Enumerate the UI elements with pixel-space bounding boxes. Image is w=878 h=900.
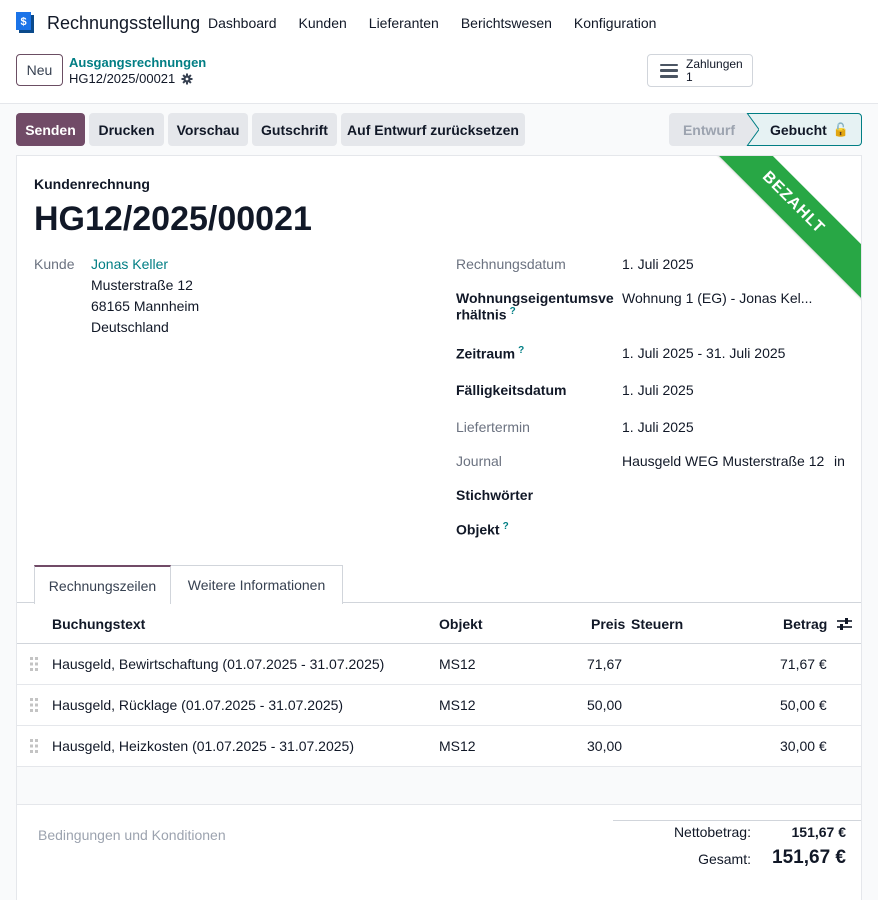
period-label-text: Zeitraum — [456, 345, 516, 362]
col-header-price[interactable]: Preis — [591, 616, 625, 632]
payments-label: Zahlungen — [686, 56, 743, 71]
ownership-label-line1: Wohnungseigentumsve — [456, 290, 614, 306]
credit-note-button[interactable]: Gutschrift — [252, 113, 337, 146]
ownership-field[interactable]: Wohnung 1 (EG) - Jonas Kel... — [622, 290, 812, 306]
line-label: Hausgeld, Rücklage (01.07.2025 - 31.07.2… — [52, 697, 344, 713]
send-button[interactable]: Senden — [16, 113, 85, 146]
invoice-form-sheet: BEZAHLT Kundenrechnung HG12/2025/00021 K… — [16, 155, 862, 900]
main-menu: Dashboard Kunden Lieferanten Berichtswes… — [208, 15, 678, 31]
status-posted-label: Gebucht — [770, 121, 827, 138]
object-label: Objekt? — [456, 521, 509, 538]
line-amount: 50,00 € — [780, 697, 827, 713]
line-object: MS12 — [439, 738, 476, 754]
line-label: Hausgeld, Bewirtschaftung (01.07.2025 - … — [52, 656, 385, 672]
payments-text: Zahlungen 1 — [686, 56, 743, 84]
breadcrumb-current-label: HG12/2025/00021 — [69, 71, 176, 86]
ownership-label-line2: rhältnis — [456, 306, 507, 323]
net-amount-value: 151,67 € — [791, 824, 847, 840]
svg-text:$: $ — [20, 16, 26, 28]
reset-to-draft-button[interactable]: Auf Entwurf zurücksetzen — [341, 113, 525, 146]
total-value: 151,67 € — [772, 847, 846, 868]
preview-button[interactable]: Vorschau — [168, 113, 248, 146]
line-object: MS12 — [439, 656, 476, 672]
tags-label: Stichwörter — [456, 487, 534, 503]
menu-dashboard[interactable]: Dashboard — [208, 15, 277, 31]
top-navbar: $ Rechnungsstellung Dashboard Kunden Lie… — [0, 0, 878, 46]
unlock-icon: 🔓 — [832, 121, 849, 137]
line-object: MS12 — [439, 697, 476, 713]
line-price: 50,00 — [587, 697, 623, 713]
line-price: 30,00 — [587, 738, 623, 754]
journal-label: Journal — [456, 453, 502, 469]
menu-konfiguration[interactable]: Konfiguration — [574, 15, 657, 31]
status-posted[interactable]: Gebucht 🔓 — [747, 113, 862, 146]
status-draft[interactable]: Entwurf — [669, 113, 749, 146]
currency-field[interactable]: EU — [860, 453, 861, 469]
due-date-label: Fälligkeitsdatum — [456, 382, 567, 398]
table-row[interactable]: Hausgeld, Bewirtschaftung (01.07.2025 - … — [17, 644, 861, 685]
menu-kunden[interactable]: Kunden — [299, 15, 347, 31]
object-label-text: Objekt — [456, 521, 500, 538]
customer-label: Kunde — [34, 256, 75, 272]
new-button[interactable]: Neu — [16, 54, 63, 86]
address-line: Deutschland — [91, 319, 169, 335]
table-row[interactable]: Hausgeld, Rücklage (01.07.2025 - 31.07.2… — [17, 685, 861, 726]
col-header-taxes[interactable]: Steuern — [631, 616, 683, 632]
status-arrow — [739, 113, 759, 146]
breadcrumb-parent[interactable]: Ausgangsrechnungen — [69, 55, 206, 70]
bars-icon — [660, 63, 678, 78]
gear-icon[interactable] — [181, 73, 193, 85]
invoice-date-label: Rechnungsdatum — [456, 256, 566, 272]
help-icon[interactable]: ? — [518, 345, 524, 356]
col-header-amount[interactable]: Betrag — [783, 616, 827, 632]
document-type: Kundenrechnung — [34, 176, 150, 192]
journal-in-text: in — [834, 453, 845, 469]
drag-handle-icon[interactable] — [30, 657, 38, 671]
journal-field[interactable]: Hausgeld WEG Musterstraße 12 — [622, 453, 824, 469]
totals-divider — [613, 820, 861, 821]
help-icon[interactable]: ? — [510, 306, 516, 317]
menu-lieferanten[interactable]: Lieferanten — [369, 15, 439, 31]
due-date-field[interactable]: 1. Juli 2025 — [622, 382, 694, 398]
period-label: Zeitraum? — [456, 345, 524, 362]
table-row[interactable]: Hausgeld, Heizkosten (01.07.2025 - 31.07… — [17, 726, 861, 767]
paid-ribbon: BEZAHLT — [694, 156, 861, 302]
period-field[interactable]: 1. Juli 2025 - 31. Juli 2025 — [622, 345, 785, 361]
line-label: Hausgeld, Heizkosten (01.07.2025 - 31.07… — [52, 738, 354, 754]
menu-berichtswesen[interactable]: Berichtswesen — [461, 15, 552, 31]
tab-invoice-lines[interactable]: Rechnungszeilen — [34, 565, 171, 604]
notebook-tabs: Rechnungszeilen Weitere Informationen — [17, 565, 861, 604]
print-button[interactable]: Drucken — [89, 113, 164, 146]
terms-field[interactable]: Bedingungen und Konditionen — [38, 827, 226, 843]
line-price: 71,67 — [587, 656, 623, 672]
payments-smart-button[interactable]: Zahlungen 1 — [647, 54, 753, 87]
help-icon[interactable]: ? — [503, 521, 509, 532]
address-line: Musterstraße 12 — [91, 277, 193, 293]
address-line: 68165 Mannheim — [91, 298, 200, 314]
optional-columns-icon[interactable] — [837, 617, 852, 631]
customer-link[interactable]: Jonas Keller — [91, 256, 168, 272]
drag-handle-icon[interactable] — [30, 698, 38, 712]
invoice-date-field[interactable]: 1. Juli 2025 — [622, 256, 694, 272]
app-title[interactable]: Rechnungsstellung — [47, 13, 200, 34]
lines-table-header: Buchungstext Objekt Preis Steuern Betrag — [17, 603, 861, 644]
line-amount: 30,00 € — [780, 738, 827, 754]
status-bar: Entwurf Gebucht 🔓 — [669, 113, 862, 146]
payments-count: 1 — [686, 69, 693, 84]
control-panel: Neu Ausgangsrechnungen HG12/2025/00021 Z… — [0, 46, 878, 104]
drag-handle-icon[interactable] — [30, 739, 38, 753]
invoicing-app-icon[interactable]: $ — [15, 11, 37, 35]
col-header-label[interactable]: Buchungstext — [52, 616, 145, 632]
col-header-object[interactable]: Objekt — [439, 616, 483, 632]
delivery-date-label: Liefertermin — [456, 419, 530, 435]
invoice-number: HG12/2025/00021 — [34, 200, 312, 238]
net-amount-label: Nettobetrag: — [673, 824, 751, 840]
delivery-date-field[interactable]: 1. Juli 2025 — [622, 419, 694, 435]
empty-table-row — [17, 767, 861, 805]
ownership-label: Wohnungseigentumsve rhältnis? — [456, 290, 614, 323]
breadcrumb-current: HG12/2025/00021 — [69, 71, 193, 86]
line-amount: 71,67 € — [780, 656, 827, 672]
tab-other-info[interactable]: Weitere Informationen — [171, 565, 343, 604]
